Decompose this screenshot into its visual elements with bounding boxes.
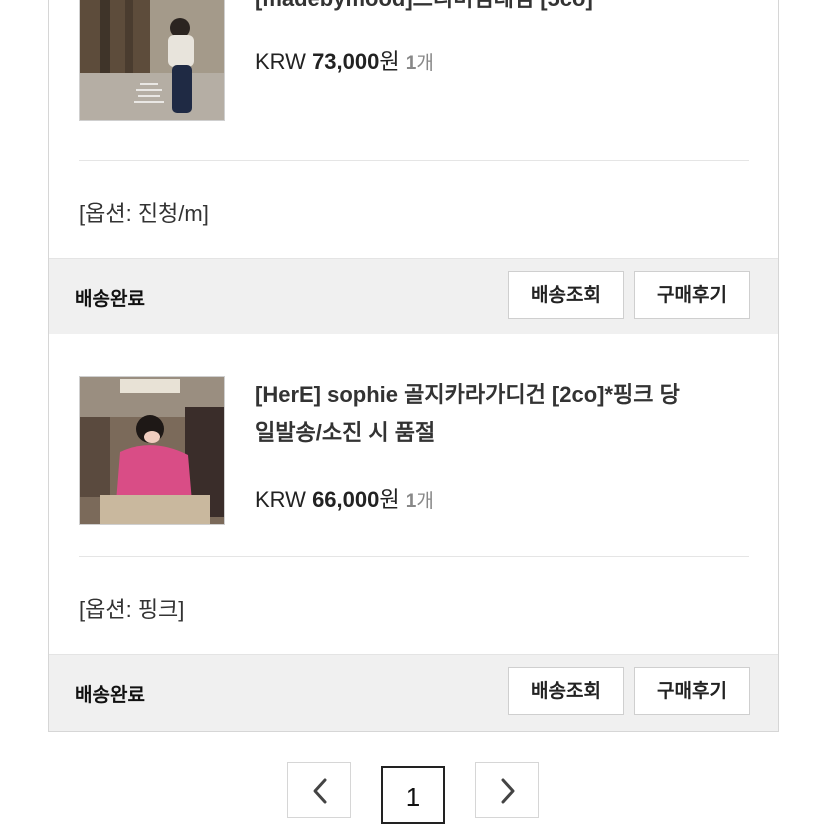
product-title[interactable]: [HerE] sophie 골지카라가디건 [2co]*핑크 당 일발송/소진 … bbox=[255, 376, 755, 452]
order-item-card: [HerE] sophie 골지카라가디건 [2co]*핑크 당 일발송/소진 … bbox=[48, 334, 779, 732]
delivery-status: 배송완료 bbox=[75, 685, 145, 706]
product-option: [옵션: 진청/m] bbox=[79, 201, 209, 226]
product-thumbnail[interactable] bbox=[79, 376, 225, 525]
product-thumbnail[interactable] bbox=[79, 0, 225, 121]
order-item-card: [madebymood]프리미엄데님 [5co] KRW 73,000원 1개 … bbox=[48, 0, 779, 335]
product-price: KRW 73,000원 1개 bbox=[255, 49, 434, 74]
write-review-button[interactable]: 구매후기 bbox=[634, 667, 750, 715]
product-price: KRW 66,000원 1개 bbox=[255, 487, 434, 512]
divider bbox=[79, 556, 749, 557]
divider bbox=[79, 160, 749, 161]
order-item-footer: 배송완료 배송조회 구매후기 bbox=[49, 258, 778, 335]
track-delivery-button[interactable]: 배송조회 bbox=[508, 667, 624, 715]
delivery-status: 배송완료 bbox=[75, 289, 145, 310]
next-page-button[interactable] bbox=[475, 762, 539, 818]
product-title[interactable]: [madebymood]프리미엄데님 [5co] bbox=[255, 0, 755, 18]
chevron-right-icon bbox=[501, 778, 515, 804]
prev-page-button[interactable] bbox=[287, 762, 351, 818]
product-option: [옵션: 핑크] bbox=[79, 597, 185, 622]
write-review-button[interactable]: 구매후기 bbox=[634, 271, 750, 319]
order-item-footer: 배송완료 배송조회 구매후기 bbox=[49, 654, 778, 731]
current-page-number[interactable]: 1 bbox=[381, 766, 445, 824]
chevron-left-icon bbox=[313, 778, 327, 804]
track-delivery-button[interactable]: 배송조회 bbox=[508, 271, 624, 319]
